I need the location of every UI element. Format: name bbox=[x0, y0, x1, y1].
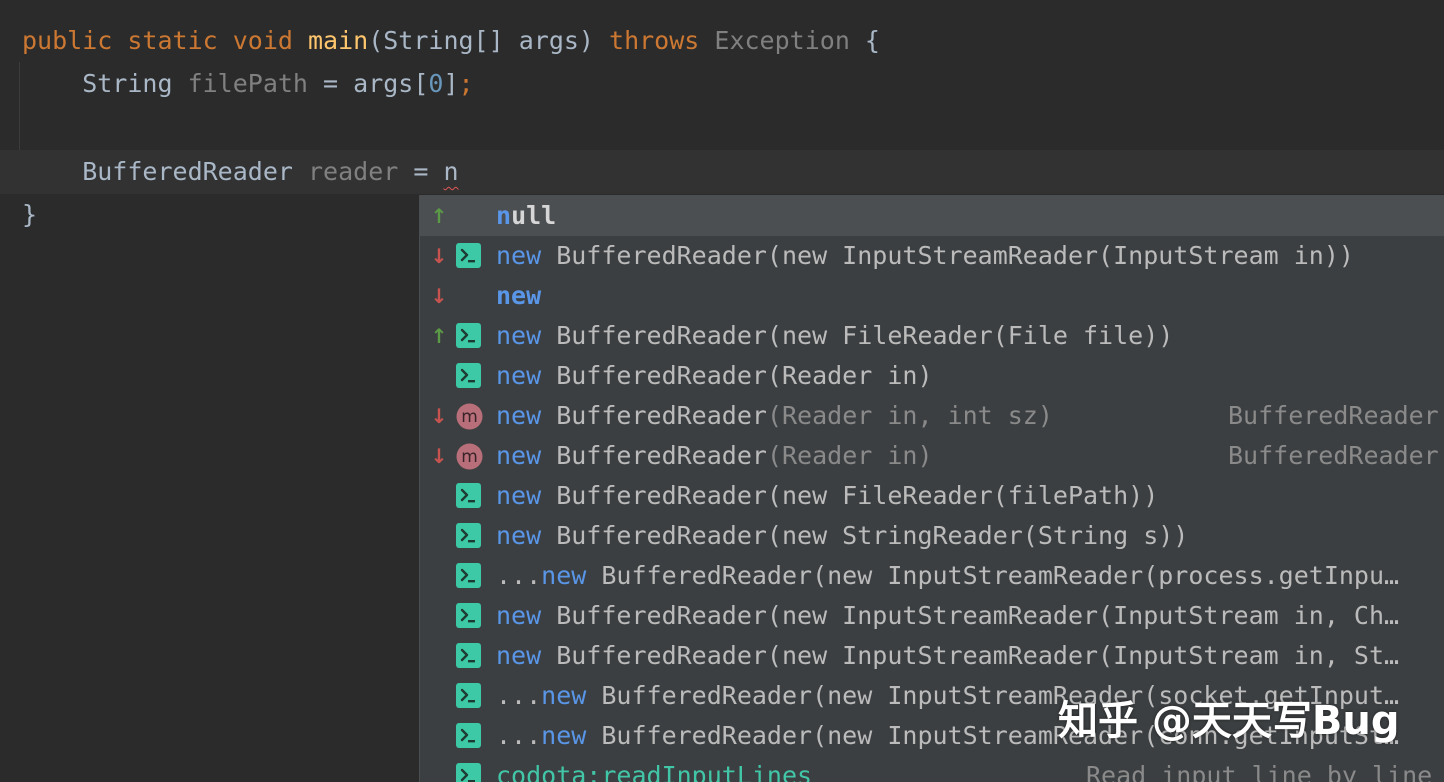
type-string: String bbox=[22, 69, 188, 98]
arrow-up-icon: ↑ bbox=[430, 204, 448, 228]
match-prefix: new bbox=[496, 401, 542, 430]
match-prefix: new bbox=[541, 561, 587, 590]
arrow-down-icon: ↓ bbox=[430, 284, 448, 308]
codota-suggestion: codota:readInputLines bbox=[496, 761, 813, 782]
completion-text: BufferedReader bbox=[541, 401, 767, 430]
code-line-current[interactable]: BufferedReader reader = n bbox=[0, 150, 1444, 194]
completion-item[interactable]: ↑ null bbox=[420, 196, 1444, 236]
match-prefix: n bbox=[496, 201, 512, 230]
method-params: (String[] args) bbox=[368, 26, 610, 55]
arrow-down-icon: ↓ bbox=[430, 444, 448, 468]
match-prefix: new bbox=[496, 281, 542, 310]
arrow-up-icon: ↑ bbox=[430, 324, 448, 348]
match-prefix: new bbox=[541, 681, 587, 710]
completion-item[interactable]: ...new BufferedReader(new InputStreamRea… bbox=[420, 556, 1444, 596]
template-icon bbox=[456, 683, 481, 708]
assignment: = args[ bbox=[308, 69, 429, 98]
template-icon bbox=[456, 363, 481, 388]
completion-item[interactable]: ↓ new BufferedReader(new InputStreamRead… bbox=[420, 236, 1444, 276]
completion-text: BufferedReader(new InputStreamReader(Inp… bbox=[541, 641, 1400, 670]
match-prefix: new bbox=[496, 521, 542, 550]
completion-text: ull bbox=[511, 201, 557, 230]
variable-filepath: filePath bbox=[187, 69, 308, 98]
template-icon bbox=[456, 483, 481, 508]
watermark: 知乎 @天天写Bug bbox=[1058, 698, 1400, 744]
template-icon bbox=[456, 563, 481, 588]
close-brace: } bbox=[22, 200, 38, 229]
match-prefix: new bbox=[496, 321, 542, 350]
completion-item[interactable]: new BufferedReader(Reader in) bbox=[420, 356, 1444, 396]
completion-item[interactable]: ↓ new bbox=[420, 276, 1444, 316]
match-prefix: new bbox=[496, 481, 542, 510]
completion-text: BufferedReader(new InputStreamReader(pro… bbox=[586, 561, 1400, 590]
match-prefix: new bbox=[496, 241, 542, 270]
completion-item[interactable]: new BufferedReader(new InputStreamReader… bbox=[420, 636, 1444, 676]
match-prefix: new bbox=[496, 441, 542, 470]
completion-item[interactable]: new BufferedReader(new StringReader(Stri… bbox=[420, 516, 1444, 556]
ellipsis-prefix: ... bbox=[496, 721, 542, 750]
completion-text: BufferedReader(new FileReader(File file)… bbox=[541, 321, 1174, 350]
template-icon bbox=[456, 603, 481, 628]
method-icon: m bbox=[456, 443, 483, 470]
ellipsis-prefix: ... bbox=[496, 681, 542, 710]
method-icon: m bbox=[456, 403, 483, 430]
semicolon: ; bbox=[458, 69, 474, 98]
variable-reader: reader bbox=[307, 157, 399, 186]
ellipsis-prefix: ... bbox=[496, 561, 542, 590]
index-number: 0 bbox=[428, 69, 444, 98]
completion-item[interactable]: codota:readInputLines Read input line by… bbox=[420, 756, 1444, 782]
type-bufferedreader: BufferedReader bbox=[22, 157, 308, 186]
match-prefix: new bbox=[496, 361, 542, 390]
completion-type: Read input line by line bbox=[1086, 761, 1433, 782]
open-brace: { bbox=[849, 26, 880, 55]
completion-text: BufferedReader bbox=[541, 441, 767, 470]
typed-prefix: n bbox=[443, 157, 459, 186]
match-prefix: new bbox=[496, 601, 542, 630]
exception-type: Exception bbox=[714, 26, 850, 55]
template-icon bbox=[456, 523, 481, 548]
method-name: main bbox=[307, 26, 369, 55]
completion-text: BufferedReader(new InputStreamReader(Inp… bbox=[541, 241, 1354, 270]
template-icon bbox=[456, 643, 481, 668]
completion-item[interactable]: ↑ new BufferedReader(new FileReader(File… bbox=[420, 316, 1444, 356]
assignment: = bbox=[398, 157, 444, 186]
template-icon bbox=[456, 723, 481, 748]
arrow-down-icon: ↓ bbox=[430, 404, 448, 428]
svg-text:m: m bbox=[461, 407, 478, 427]
code-line-2[interactable]: String filePath = args[0]; bbox=[0, 62, 1444, 106]
completion-type: BufferedReader bbox=[1228, 401, 1439, 430]
completion-text: BufferedReader(Reader in) bbox=[541, 361, 933, 390]
completion-text: BufferedReader(new StringReader(String s… bbox=[541, 521, 1189, 550]
completion-text: BufferedReader(new FileReader(filePath)) bbox=[541, 481, 1159, 510]
svg-text:m: m bbox=[461, 447, 478, 467]
completion-params: (Reader in, int sz) bbox=[766, 401, 1053, 430]
template-icon bbox=[456, 323, 481, 348]
completion-item[interactable]: new BufferedReader(new FileReader(filePa… bbox=[420, 476, 1444, 516]
arrow-down-icon: ↓ bbox=[430, 244, 448, 268]
keyword-throws: throws bbox=[609, 26, 700, 55]
match-prefix: new bbox=[496, 641, 542, 670]
template-icon bbox=[456, 763, 481, 782]
keyword-public-static-void: public static void bbox=[22, 26, 308, 55]
completion-item[interactable]: new BufferedReader(new InputStreamReader… bbox=[420, 596, 1444, 636]
match-prefix: new bbox=[541, 721, 587, 750]
close-bracket: ] bbox=[443, 69, 459, 98]
completion-text: BufferedReader(new InputStreamReader(Inp… bbox=[541, 601, 1400, 630]
template-icon bbox=[456, 243, 481, 268]
completion-item[interactable]: ↓ m new BufferedReader(Reader in, int sz… bbox=[420, 396, 1444, 436]
completion-type: BufferedReader bbox=[1228, 441, 1439, 470]
completion-item[interactable]: ↓ m new BufferedReader(Reader in) Buffer… bbox=[420, 436, 1444, 476]
completion-params: (Reader in) bbox=[766, 441, 933, 470]
code-line-1[interactable]: public static void main(String[] args) t… bbox=[0, 19, 1444, 63]
